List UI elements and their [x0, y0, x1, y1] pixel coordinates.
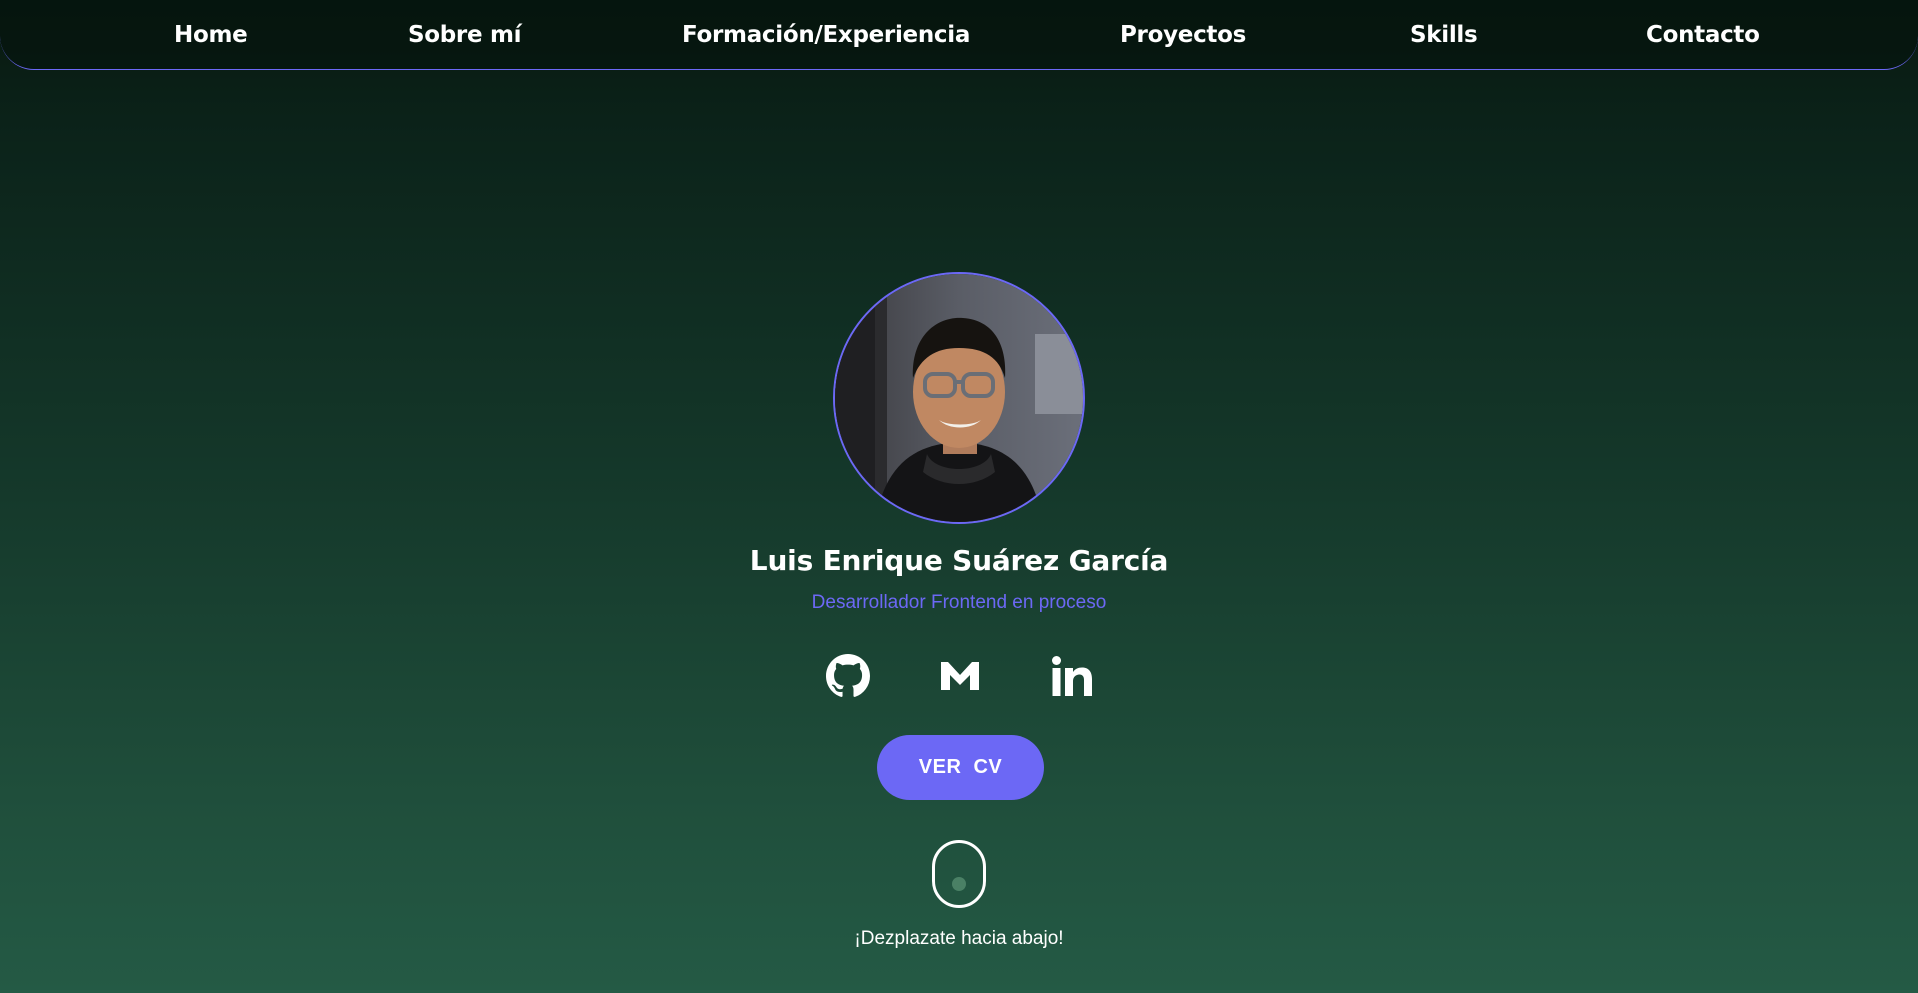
linkedin-icon [1050, 654, 1094, 698]
gmail-icon [938, 654, 982, 698]
scroll-wheel-dot [952, 877, 966, 891]
profile-role: Desarrollador Frontend en proceso [811, 592, 1107, 613]
gmail-link[interactable] [938, 654, 982, 698]
hero-section: Luis Enrique Suárez García Desarrollador… [0, 0, 1918, 993]
github-icon [826, 654, 870, 698]
scroll-down-indicator[interactable] [932, 840, 986, 908]
github-link[interactable] [826, 654, 870, 698]
profile-photo [833, 272, 1085, 524]
scroll-hint-text: ¡Dezplazate hacia abajo! [854, 928, 1064, 949]
profile-name: Luis Enrique Suárez García [749, 544, 1169, 577]
view-cv-button[interactable]: VER CV [877, 735, 1044, 800]
linkedin-link[interactable] [1050, 654, 1094, 698]
